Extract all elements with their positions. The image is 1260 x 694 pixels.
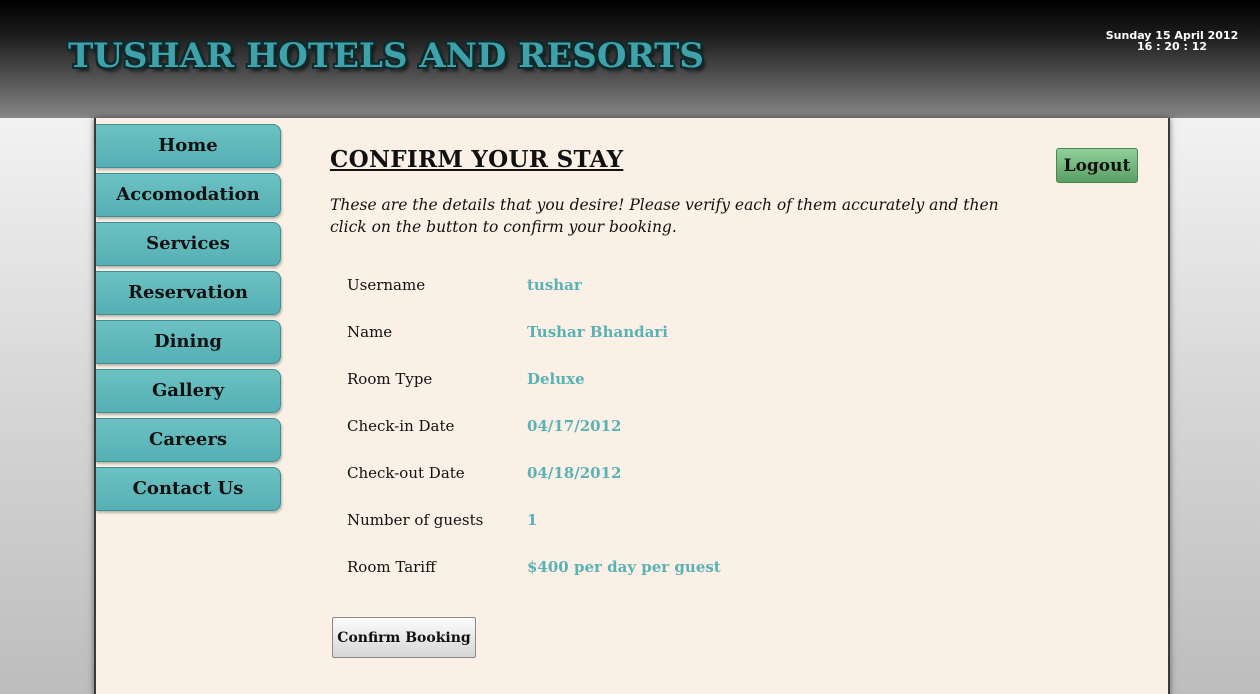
sidebar-nav: Home Accomodation Services Reservation D…: [96, 124, 282, 516]
detail-label: Username: [347, 276, 426, 294]
detail-label: Name: [347, 323, 393, 341]
nav-item-home[interactable]: Home: [96, 124, 281, 168]
nav-item-dining[interactable]: Dining: [96, 320, 281, 364]
nav-item-careers[interactable]: Careers: [96, 418, 281, 462]
detail-value: 04/17/2012: [527, 417, 622, 435]
content-panel: Home Accomodation Services Reservation D…: [94, 118, 1170, 694]
nav-item-gallery[interactable]: Gallery: [96, 369, 281, 413]
page-title: CONFIRM YOUR STAY: [330, 146, 624, 173]
detail-label: Check-out Date: [347, 464, 465, 482]
detail-label: Number of guests: [347, 511, 484, 529]
confirm-booking-button[interactable]: Confirm Booking: [332, 617, 476, 658]
site-title: TUSHAR HOTELS AND RESORTS: [68, 36, 704, 76]
detail-label: Room Type: [347, 370, 433, 388]
detail-value: Deluxe: [527, 370, 585, 388]
detail-value: 04/18/2012: [527, 464, 622, 482]
logout-button[interactable]: Logout: [1056, 148, 1138, 183]
nav-item-contact-us[interactable]: Contact Us: [96, 467, 281, 511]
intro-text: These are the details that you desire! P…: [330, 196, 999, 236]
nav-item-accomodation[interactable]: Accomodation: [96, 173, 281, 217]
detail-value: 1: [527, 511, 538, 529]
detail-label: Check-in Date: [347, 417, 455, 435]
nav-item-services[interactable]: Services: [96, 222, 281, 266]
detail-label: Room Tariff: [347, 558, 436, 576]
detail-value: tushar: [527, 276, 582, 294]
current-time: 16 : 20 : 12: [1136, 40, 1208, 53]
site-header: TUSHAR HOTELS AND RESORTS Sunday 15 Apri…: [0, 0, 1260, 118]
nav-item-reservation[interactable]: Reservation: [96, 271, 281, 315]
date-time-display: Sunday 15 April 2012 16 : 20 : 12: [1100, 30, 1244, 52]
detail-value: $400 per day per guest: [527, 558, 721, 576]
detail-value: Tushar Bhandari: [527, 323, 668, 341]
